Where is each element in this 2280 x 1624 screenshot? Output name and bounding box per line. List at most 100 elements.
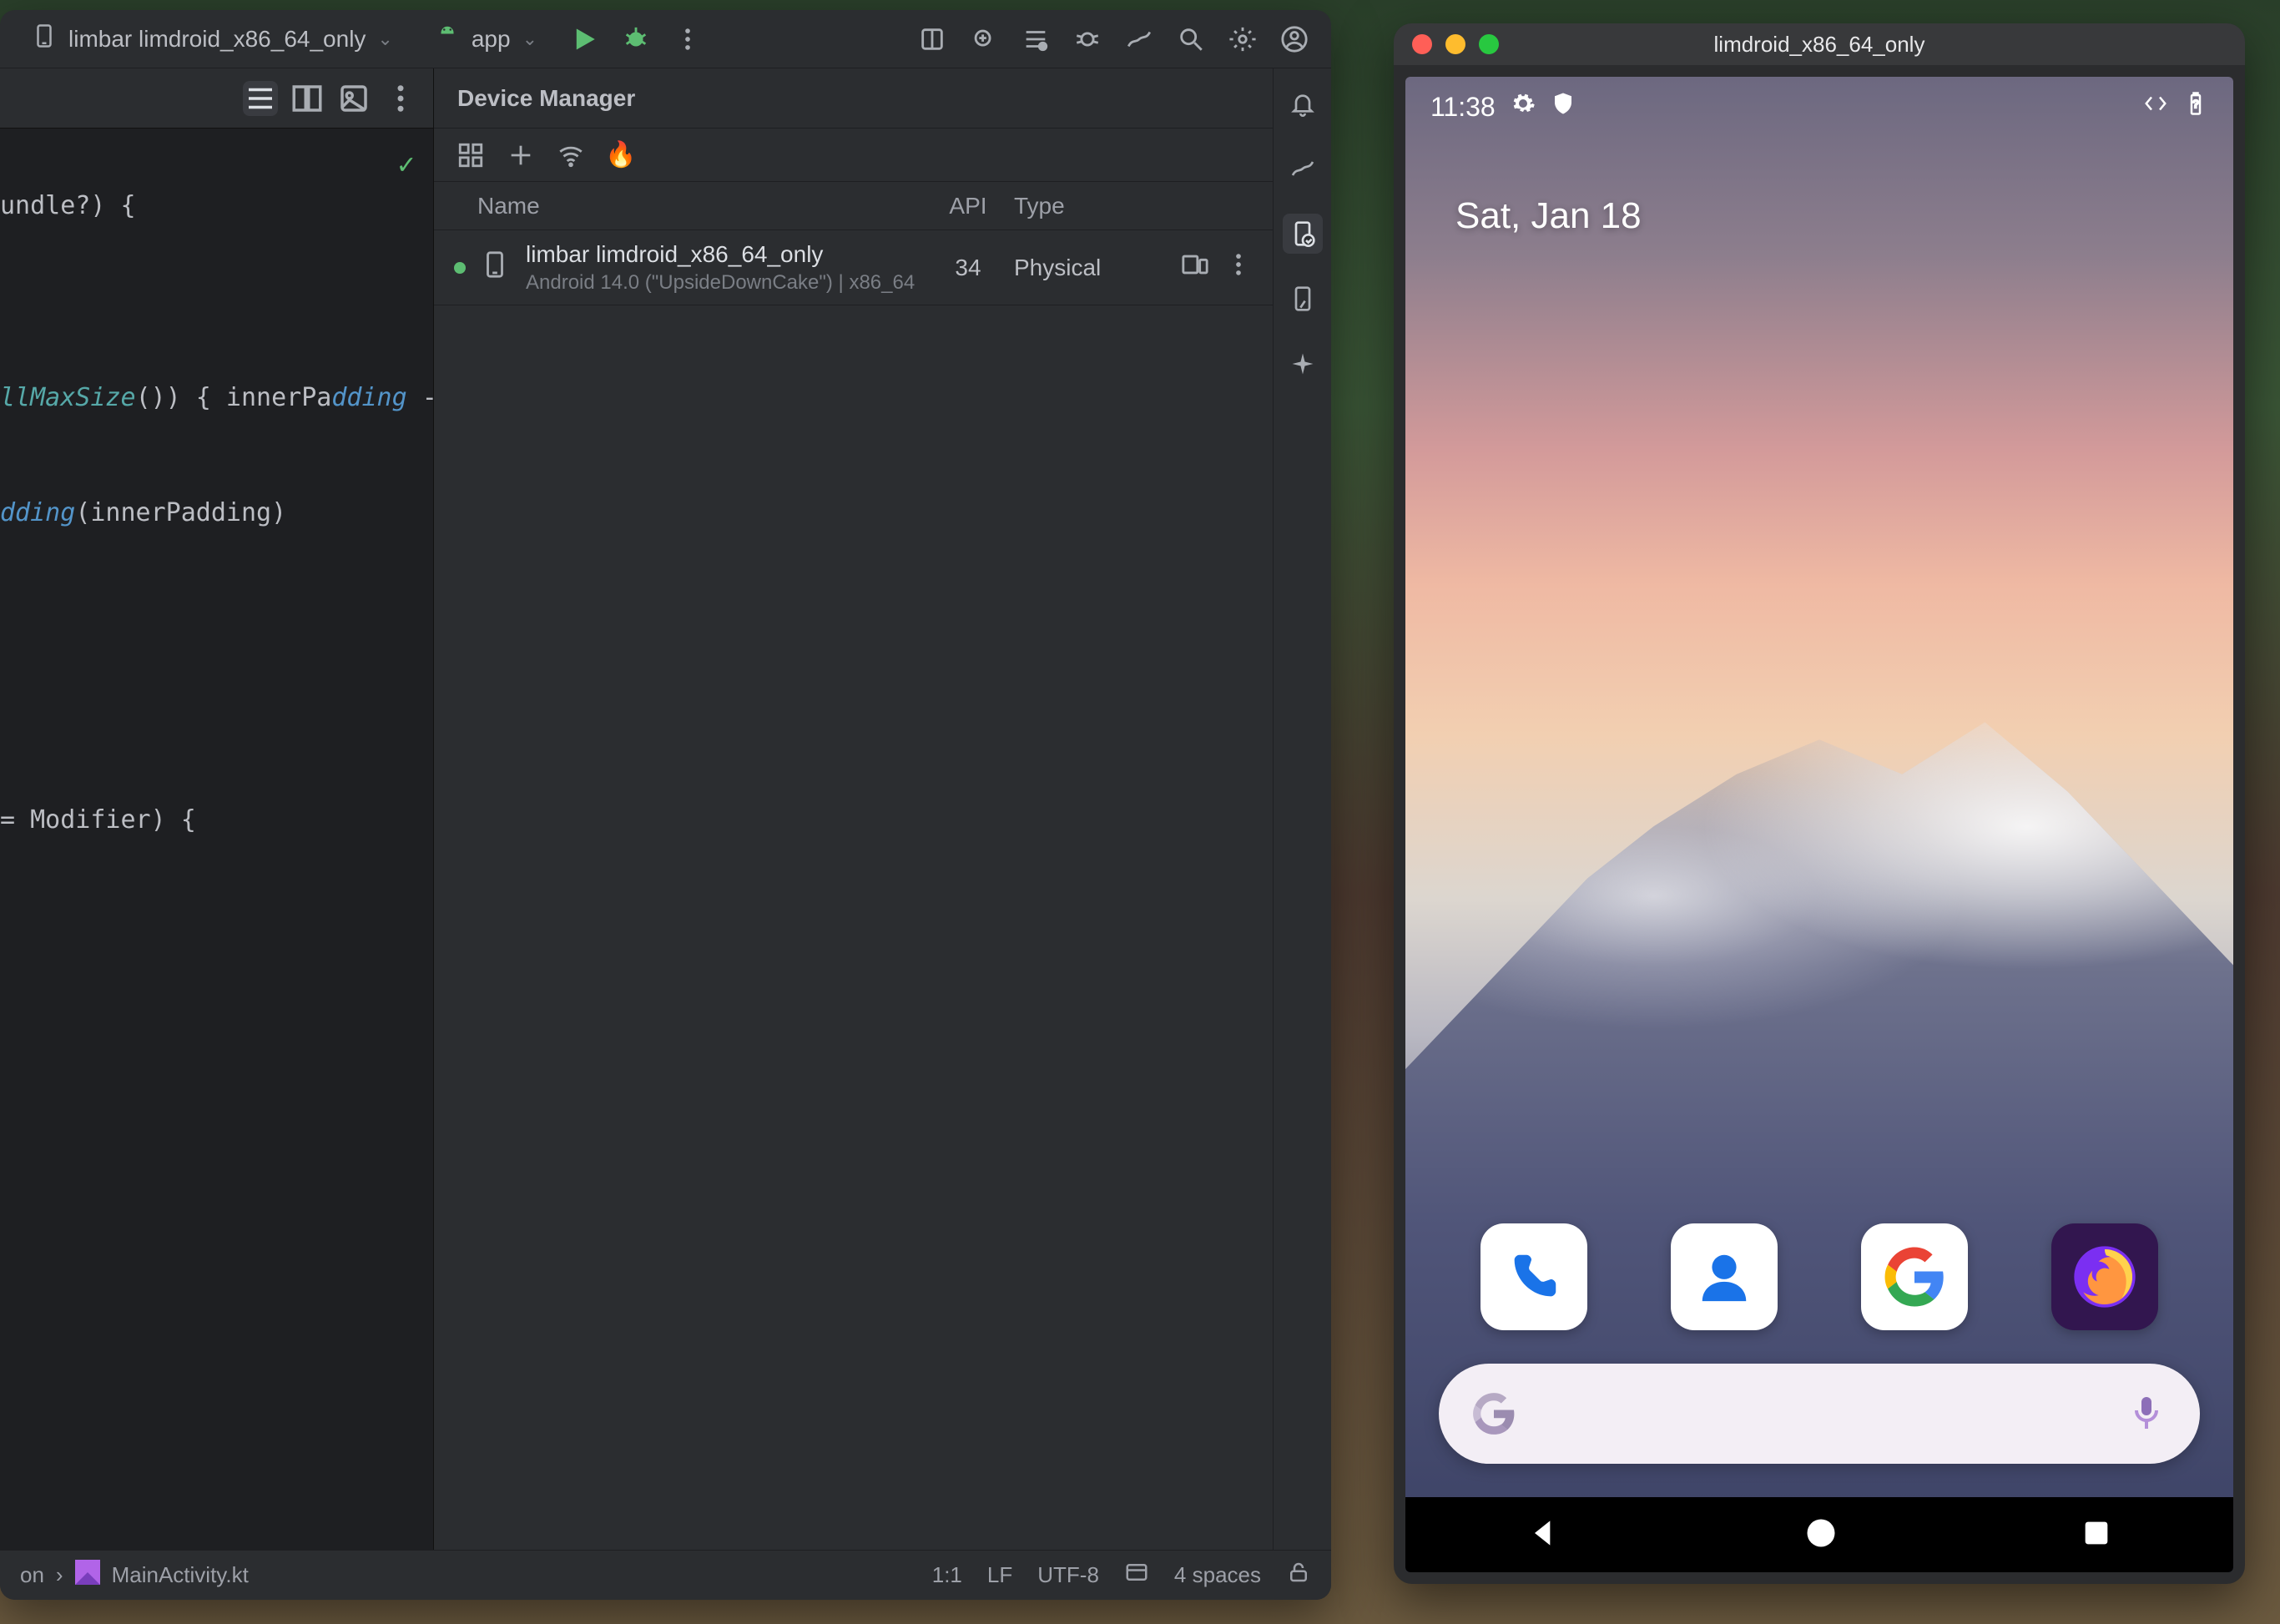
ide-toolbar: limbar limdroid_x86_64_only ⌄ app ⌄ [0, 10, 1331, 68]
profile-icon[interactable] [1119, 19, 1159, 59]
code-line [0, 340, 433, 379]
search-icon[interactable] [1171, 19, 1211, 59]
emulator-title: limdroid_x86_64_only [1394, 32, 2245, 58]
crumb-prev: on [20, 1562, 44, 1588]
editor-more-icon[interactable] [383, 81, 418, 116]
status-online-icon [454, 262, 466, 274]
svg-text:?: ? [2193, 98, 2199, 110]
editor-toolbar [0, 68, 433, 129]
view-split-icon[interactable] [290, 81, 325, 116]
google-logo-icon [1472, 1392, 1516, 1435]
contacts-app-icon[interactable] [1671, 1223, 1778, 1330]
code-line [0, 456, 433, 494]
code-line [0, 225, 433, 264]
debug-button[interactable] [616, 19, 656, 59]
code-line [0, 763, 433, 801]
add-device-icon[interactable] [504, 139, 537, 172]
more-actions[interactable] [668, 19, 708, 59]
device-manager-panel: Device Manager 🔥 Name API Type [434, 68, 1273, 1550]
code-line [0, 417, 433, 456]
ide-status-bar: on › MainActivity.kt 1:1 LF UTF-8 4 spac… [0, 1550, 1331, 1600]
chevron-down-icon: ⌄ [377, 28, 392, 50]
phone-icon [32, 23, 57, 54]
device-manager-toolbar: 🔥 [434, 129, 1273, 182]
emulator-window: limdroid_x86_64_only 11:38 ? [1394, 23, 2245, 1584]
code-editor[interactable]: ✓ undle?) { llMaxSize()) { innerPadding … [0, 129, 433, 1550]
col-name: Name [477, 193, 922, 219]
code-line [0, 609, 433, 648]
running-devices-icon[interactable] [1283, 279, 1323, 319]
phone-icon [481, 250, 509, 285]
col-type: Type [1014, 193, 1181, 219]
shield-icon [1551, 91, 1576, 123]
bug-icon[interactable] [1067, 19, 1107, 59]
android-icon [435, 23, 460, 54]
run-button[interactable] [564, 19, 604, 59]
battery-icon: ? [2183, 91, 2208, 123]
inspection-ok-icon: ✓ [398, 145, 415, 184]
gemini-icon[interactable] [1283, 344, 1323, 384]
nav-recents-button[interactable] [2080, 1516, 2113, 1554]
row-more-icon[interactable] [1224, 250, 1253, 285]
nav-home-button[interactable] [1803, 1515, 1839, 1556]
indent[interactable]: 4 spaces [1174, 1562, 1261, 1588]
structure-icon[interactable] [1016, 19, 1056, 59]
code-line: = Modifier) { [0, 801, 433, 840]
device-table-header: Name API Type [434, 182, 1273, 230]
ide-body: ✓ undle?) { llMaxSize()) { innerPadding … [0, 68, 1331, 1550]
readonly-toggle-icon[interactable] [1124, 1560, 1149, 1591]
device-type: Physical [1014, 255, 1181, 281]
view-list-icon[interactable] [243, 81, 278, 116]
lock-icon[interactable] [1286, 1560, 1311, 1591]
code-line [0, 264, 433, 302]
code-line [0, 302, 433, 340]
code-line [0, 648, 433, 686]
android-screen[interactable]: 11:38 ? Sat, Jan 18 [1405, 77, 2233, 1572]
notifications-icon[interactable] [1283, 83, 1323, 124]
breadcrumb[interactable]: on › MainActivity.kt [20, 1560, 249, 1591]
code-line [0, 532, 433, 571]
code-line: llMaxSize()) { innerPadding -> [0, 379, 433, 417]
view-design-icon[interactable] [336, 81, 371, 116]
device-manager-icon[interactable] [1283, 214, 1323, 254]
chevron-down-icon: ⌄ [522, 28, 537, 50]
device-name: limbar limdroid_x86_64_only [526, 241, 922, 268]
cursor-position[interactable]: 1:1 [932, 1562, 962, 1588]
device-row[interactable]: limbar limdroid_x86_64_only Android 14.0… [434, 230, 1273, 305]
app-inspection-icon[interactable] [1283, 149, 1323, 189]
code-with-me-icon[interactable] [912, 19, 952, 59]
phone-app-icon[interactable] [1480, 1223, 1587, 1330]
kotlin-file-icon [75, 1560, 100, 1591]
device-manager-title: Device Manager [434, 68, 1273, 129]
firefox-app-icon[interactable] [2051, 1223, 2158, 1330]
home-date[interactable]: Sat, Jan 18 [1455, 195, 2233, 237]
google-search-bar[interactable] [1439, 1364, 2200, 1464]
ai-assistant-icon[interactable] [964, 19, 1004, 59]
run-config-selector[interactable]: app ⌄ [420, 18, 552, 59]
chevron-right-icon: › [56, 1562, 63, 1588]
account-icon[interactable] [1274, 19, 1314, 59]
crumb-file: MainActivity.kt [112, 1562, 249, 1588]
google-app-icon[interactable] [1861, 1223, 1968, 1330]
firebase-icon[interactable]: 🔥 [604, 139, 638, 172]
encoding[interactable]: UTF-8 [1037, 1562, 1099, 1588]
voice-search-icon[interactable] [2126, 1392, 2167, 1436]
editor-column: ✓ undle?) { llMaxSize()) { innerPadding … [0, 68, 434, 1550]
mirror-device-icon[interactable] [1181, 250, 1209, 285]
clock: 11:38 [1430, 92, 1496, 123]
nav-back-button[interactable] [1526, 1515, 1562, 1556]
settings-icon[interactable] [1223, 19, 1263, 59]
right-tool-rail [1273, 68, 1331, 1550]
line-ending[interactable]: LF [987, 1562, 1012, 1588]
ide-window: limbar limdroid_x86_64_only ⌄ app ⌄ [0, 10, 1331, 1600]
project-name: limbar limdroid_x86_64_only [68, 26, 366, 53]
col-api: API [922, 193, 1014, 219]
wifi-pair-icon[interactable] [554, 139, 588, 172]
device-sub: Android 14.0 ("UpsideDownCake") | x86_64 [526, 271, 922, 295]
device-grid-icon[interactable] [454, 139, 487, 172]
project-selector[interactable]: limbar limdroid_x86_64_only ⌄ [17, 18, 408, 59]
gear-icon [1511, 91, 1536, 123]
android-status-bar[interactable]: 11:38 ? [1405, 77, 2233, 137]
code-line: undle?) { [0, 187, 433, 225]
emulator-titlebar: limdroid_x86_64_only [1394, 23, 2245, 65]
